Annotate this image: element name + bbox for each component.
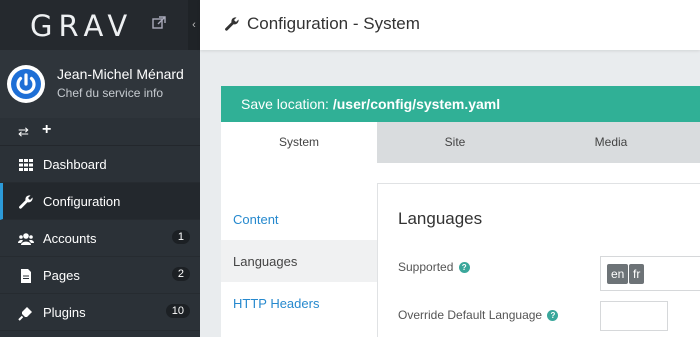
sidebar-item-accounts[interactable]: Accounts 1 [0, 220, 200, 257]
override-default-language-input[interactable] [600, 301, 668, 331]
section-link-label: HTTP Headers [233, 296, 320, 311]
supported-label: Supported ? [398, 260, 470, 274]
user-role: Chef du service info [57, 86, 164, 100]
users-icon [18, 233, 34, 245]
help-icon[interactable]: ? [547, 310, 559, 321]
config-tabs: System Site Media [221, 122, 700, 163]
override-label-text: Override Default Language [398, 308, 543, 322]
sidebar: GRAV ‹ Jean-Michel Ménard Chef du servic… [0, 0, 200, 337]
tab-system[interactable]: System [221, 122, 377, 163]
sidebar-item-label: Dashboard [43, 157, 107, 172]
plus-icon[interactable]: + [42, 121, 51, 139]
page-header: Configuration - System [200, 0, 700, 50]
quick-tools: ⇄ + [0, 118, 200, 146]
supported-label-text: Supported [398, 260, 454, 274]
external-link-icon[interactable] [152, 16, 166, 30]
user-panel[interactable]: Jean-Michel Ménard Chef du service info [0, 50, 200, 118]
section-link-label: Languages [233, 254, 298, 269]
sidebar-item-configuration[interactable]: Configuration [0, 183, 200, 220]
avatar[interactable] [7, 65, 45, 103]
count-badge: 1 [171, 230, 190, 244]
wrench-icon [19, 195, 33, 209]
sidebar-item-label: Plugins [43, 305, 86, 320]
page-title: Configuration - System [247, 14, 420, 33]
sidebar-item-label: Accounts [43, 231, 97, 246]
swap-icon[interactable]: ⇄ [18, 124, 29, 140]
wrench-icon [225, 17, 239, 31]
tab-site[interactable]: Site [377, 122, 533, 163]
sidebar-item-dashboard[interactable]: Dashboard [0, 146, 200, 183]
section-link-languages[interactable]: Languages [221, 240, 377, 282]
collapse-sidebar-button[interactable]: ‹ [188, 0, 200, 50]
sidebar-item-pages[interactable]: Pages 2 [0, 257, 200, 294]
sidebar-item-plugins[interactable]: Plugins 10 [0, 294, 200, 331]
language-tag[interactable]: en [607, 264, 629, 284]
plug-icon [18, 307, 32, 321]
section-nav: Content Languages HTTP Headers [221, 163, 377, 337]
grav-logo[interactable]: GRAV [30, 9, 133, 43]
languages-panel: Languages Supported ? en fr Override Def… [377, 183, 700, 337]
section-link-label: Content [233, 212, 279, 227]
tab-media[interactable]: Media [533, 122, 689, 163]
power-icon [8, 66, 44, 102]
help-icon[interactable]: ? [458, 262, 470, 273]
brand: GRAV ‹ [0, 0, 200, 50]
section-link-content[interactable]: Content [221, 198, 377, 240]
supported-languages-input[interactable]: en fr [600, 256, 700, 291]
file-icon [21, 269, 31, 283]
language-tag[interactable]: fr [629, 264, 645, 284]
user-name: Jean-Michel Ménard [57, 66, 184, 82]
save-location-bar: Save location: /user/config/system.yaml [221, 86, 700, 122]
config-content: Content Languages HTTP Headers Languages… [221, 163, 700, 337]
save-location-path: /user/config/system.yaml [332, 96, 501, 112]
sidebar-item-label: Configuration [43, 194, 121, 209]
override-label: Override Default Language ? [398, 308, 559, 322]
save-location-label: Save location: [241, 96, 329, 112]
section-link-http-headers[interactable]: HTTP Headers [221, 282, 377, 324]
section-heading: Languages [398, 209, 483, 228]
count-badge: 2 [171, 267, 190, 281]
grid-icon [19, 159, 33, 171]
sidebar-item-label: Pages [43, 268, 80, 283]
count-badge: 10 [165, 304, 190, 318]
